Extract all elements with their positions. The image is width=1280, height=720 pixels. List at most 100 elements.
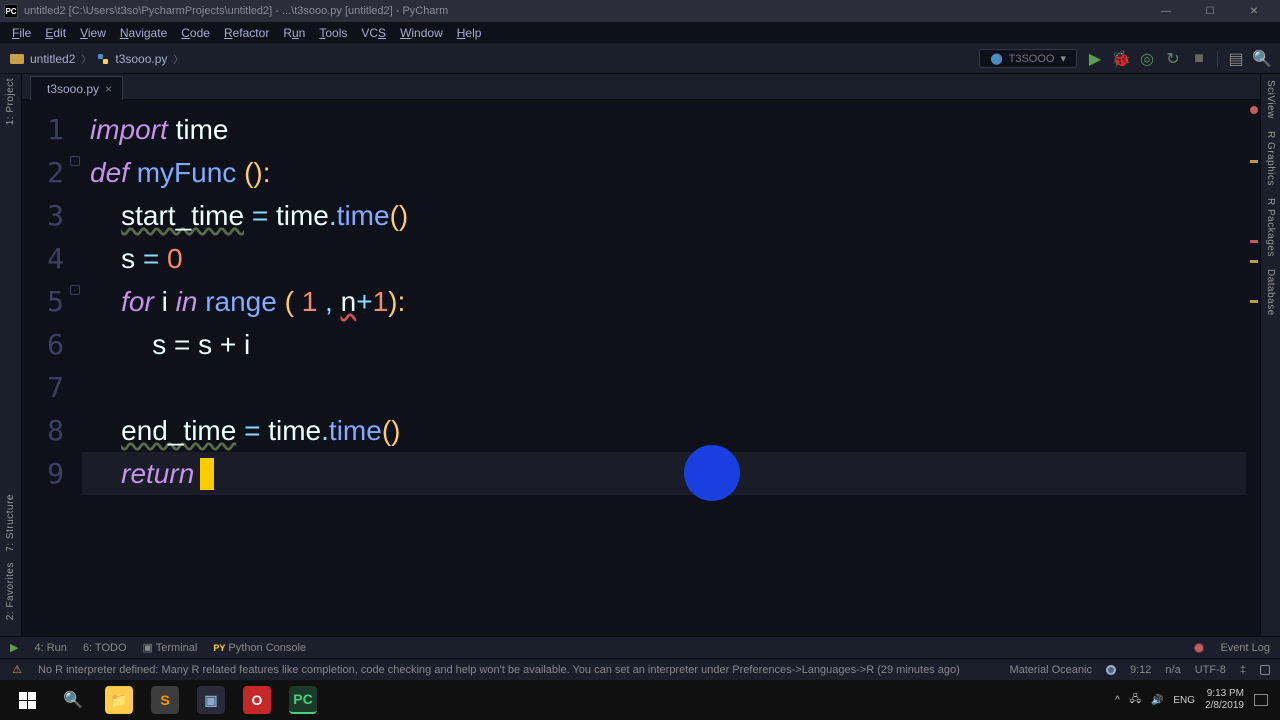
taskbar-app-opera[interactable]: O [234,680,280,720]
code-line: start_time = time.time() [82,194,1260,237]
coverage-button[interactable]: ◎ [1139,51,1155,67]
system-tray[interactable]: ^ 🖧 🔊 ENG 9:13 PM 2/8/2019 [1107,688,1276,712]
line-number: 7 [22,366,82,409]
warning-marker[interactable] [1250,260,1258,263]
line-number: 9 [22,452,82,495]
event-log-indicator-icon [1194,643,1204,653]
code-line-current: return [82,452,1260,495]
tab-label: t3sooo.py [47,82,99,96]
menu-window[interactable]: Window [394,24,449,42]
window-title: untitled2 [C:\Users\t3so\PycharmProjects… [24,5,448,17]
error-stripe[interactable] [1246,100,1260,636]
error-summary-icon[interactable] [1250,106,1258,114]
menu-navigate[interactable]: Navigate [114,24,173,42]
run-config-selector[interactable]: ⬤ T3SOOO ▾ [979,49,1077,68]
bottom-terminal[interactable]: ▣ Terminal [143,641,198,654]
breadcrumb: untitled2 〉 t3sooo.py 〉 [10,51,183,66]
rail-rgraphics[interactable]: R Graphics [1265,131,1276,186]
start-button[interactable] [4,680,50,720]
rail-structure[interactable]: 7: Structure [5,494,16,552]
lock-icon[interactable] [1260,665,1270,675]
warning-marker[interactable] [1250,300,1258,303]
editor-tab[interactable]: t3sooo.py × [30,76,123,100]
error-marker[interactable] [1250,240,1258,243]
left-tool-rail: 1: Project 7: Structure 2: Favorites [0,74,22,636]
code-content[interactable]: import time def myFunc (): start_time = … [82,100,1260,636]
status-position[interactable]: 9:12 [1130,664,1151,676]
debug-button[interactable]: 🐞 [1113,51,1129,67]
menu-tools[interactable]: Tools [313,24,353,42]
run-config-label: T3SOOO [1009,53,1055,65]
line-number: 4 [22,237,82,280]
taskbar-app-terminal[interactable]: ▣ [188,680,234,720]
code-line: end_time = time.time() [82,409,1260,452]
code-line [82,366,1260,409]
window-titlebar: PC untitled2 [C:\Users\t3so\PycharmProje… [0,0,1280,22]
tray-up-icon[interactable]: ^ [1115,695,1120,706]
line-number: 3 [22,194,82,237]
tab-close-icon[interactable]: × [105,82,112,96]
fold-marker-icon[interactable]: - [70,156,80,166]
tray-clock[interactable]: 9:13 PM 2/8/2019 [1205,688,1244,712]
layout-button[interactable]: ▤ [1228,51,1244,67]
windows-logo-icon [19,692,36,709]
bottom-todo[interactable]: 6: TODO [83,642,127,654]
minimize-button[interactable]: — [1144,0,1188,22]
rail-database[interactable]: Database [1265,269,1276,316]
tray-network-icon[interactable]: 🖧 [1130,692,1141,709]
menu-help[interactable]: Help [451,24,488,42]
main-content: 1: Project 7: Structure 2: Favorites t3s… [0,74,1280,636]
tray-notifications-icon[interactable] [1254,694,1268,706]
status-encoding[interactable]: UTF-8 [1195,664,1226,676]
line-number: 1 [22,108,82,151]
taskbar-app-sublime[interactable]: S [142,680,188,720]
status-line-ending[interactable]: ‡ [1240,664,1246,676]
rail-sciview[interactable]: SciView [1265,80,1276,119]
menu-run[interactable]: Run [277,24,311,42]
bottom-run[interactable]: 4: Run [34,642,66,654]
rail-rpackages[interactable]: R Packages [1265,198,1276,257]
attach-button[interactable]: ↻ [1165,51,1181,67]
bottom-pyconsole[interactable]: PY Python Console [213,642,306,654]
menu-vcs[interactable]: VCS [355,24,392,42]
tray-volume-icon[interactable]: 🔊 [1151,695,1163,706]
menu-refactor[interactable]: Refactor [218,24,275,42]
run-icon: ▶ [10,641,18,654]
fold-marker-icon[interactable]: - [70,285,80,295]
breadcrumb-file[interactable]: t3sooo.py [115,52,167,66]
menubar: File Edit View Navigate Code Refactor Ru… [0,22,1280,44]
chevron-right-icon: 〉 [173,51,183,66]
status-sep: n/a [1165,664,1180,676]
menu-code[interactable]: Code [175,24,216,42]
tray-language[interactable]: ENG [1173,695,1195,706]
code-line: s = 0 [82,237,1260,280]
chevron-right-icon: 〉 [81,51,91,66]
run-button[interactable]: ▶ [1087,51,1103,67]
chevron-down-icon: ▾ [1060,52,1066,65]
menu-edit[interactable]: Edit [39,24,72,42]
code-editor[interactable]: 1 2 3 4 5 6 7 8 9 - - import time def my… [22,100,1260,636]
maximize-button[interactable]: ☐ [1188,0,1232,22]
cursor-highlight-overlay [684,445,740,501]
search-button[interactable]: 🔍 [1254,51,1270,67]
status-theme[interactable]: Material Oceanic [1009,664,1092,676]
windows-taskbar: 🔍 📁 S ▣ O PC ^ 🖧 🔊 ENG 9:13 PM 2/8/2019 [0,680,1280,720]
status-message[interactable]: No R interpreter defined: Many R related… [38,664,995,676]
editor-tabs: t3sooo.py × [22,74,1260,100]
stop-button[interactable]: ■ [1191,51,1207,67]
editor-area: t3sooo.py × 1 2 3 4 5 6 7 8 9 - - import… [22,74,1260,636]
status-bar: ⚠ No R interpreter defined: Many R relat… [0,658,1280,680]
menu-view[interactable]: View [74,24,112,42]
taskbar-app-explorer[interactable]: 📁 [96,680,142,720]
rail-favorites[interactable]: 2: Favorites [5,562,16,620]
search-button[interactable]: 🔍 [50,680,96,720]
breadcrumb-project[interactable]: untitled2 [30,52,75,66]
warning-marker[interactable] [1250,160,1258,163]
menu-file[interactable]: File [6,24,37,42]
close-button[interactable]: ✕ [1232,0,1276,22]
taskbar-app-pycharm[interactable]: PC [280,680,326,720]
bottom-eventlog[interactable]: Event Log [1220,642,1270,654]
line-number: 6 [22,323,82,366]
code-line: import time [82,108,1260,151]
rail-project[interactable]: 1: Project [5,78,16,125]
